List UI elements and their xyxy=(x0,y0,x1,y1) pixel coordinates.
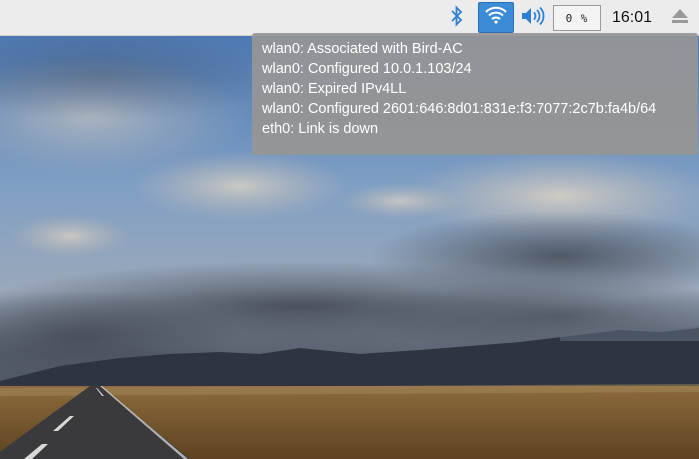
clock[interactable]: 16:01 xyxy=(608,0,656,36)
volume-button[interactable] xyxy=(518,0,548,36)
eject-button[interactable] xyxy=(664,0,696,36)
speaker-icon xyxy=(520,6,546,31)
cpu-usage-value: 0 % xyxy=(565,11,589,25)
taskbar: 0 % 16:01 xyxy=(0,0,699,36)
tooltip-line: wlan0: Configured 10.0.1.103/24 xyxy=(262,61,472,77)
wifi-button[interactable] xyxy=(478,2,514,33)
network-status-tooltip: wlan0: Associated with Bird-AC wlan0: Co… xyxy=(252,33,698,155)
tooltip-line: eth0: Link is down xyxy=(262,121,379,137)
wifi-icon xyxy=(484,5,508,30)
eject-icon xyxy=(671,8,689,29)
bluetooth-icon xyxy=(450,4,464,32)
tooltip-line: wlan0: Configured 2601:646:8d01:831e:f3:… xyxy=(262,101,657,117)
tooltip-line: wlan0: Expired IPv4LL xyxy=(262,81,407,97)
bluetooth-button[interactable] xyxy=(442,0,472,36)
clock-time: 16:01 xyxy=(611,9,653,26)
cpu-monitor[interactable]: 0 % xyxy=(553,5,601,31)
tooltip-line: wlan0: Associated with Bird-AC xyxy=(262,41,463,57)
